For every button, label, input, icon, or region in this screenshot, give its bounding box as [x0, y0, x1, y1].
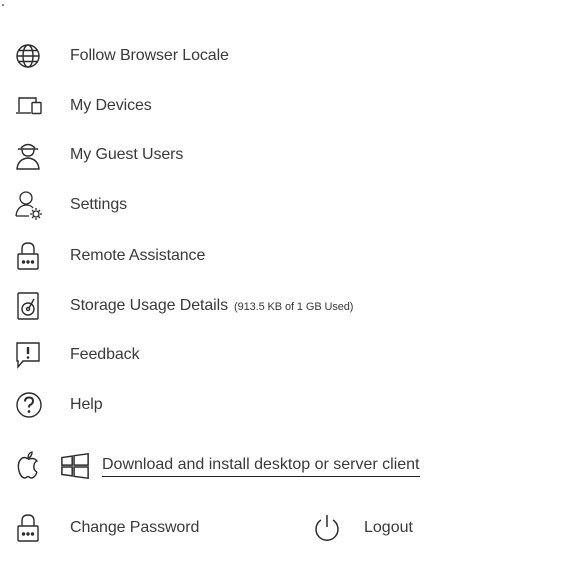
menu-item-feedback[interactable]: Feedback	[14, 335, 140, 375]
menu-item-label: Settings	[70, 196, 128, 213]
menu-item-remote-assistance[interactable]: Remote Assistance	[14, 236, 205, 276]
menu-item-storage-usage-details[interactable]: Storage Usage Details (913.5 KB of 1 GB U…	[14, 286, 353, 326]
storage-usage-detail: (913.5 KB of 1 GB Used)	[234, 301, 354, 313]
windows-icon	[60, 450, 90, 482]
menu-item-label: Feedback	[70, 346, 140, 363]
menu-item-label: My Guest Users	[70, 146, 184, 163]
devices-icon	[14, 90, 44, 122]
apple-icon	[14, 450, 44, 482]
menu-item-my-devices[interactable]: My Devices	[14, 86, 152, 126]
download-client-link[interactable]: Download and install desktop or server c…	[102, 456, 420, 477]
menu-item-settings[interactable]: Settings	[14, 185, 127, 225]
user-settings-icon	[14, 189, 44, 221]
menu-item-label: Change Password	[70, 519, 200, 536]
power-icon	[312, 512, 342, 544]
menu-item-label: My Devices	[70, 97, 152, 114]
menu-item-follow-browser-locale[interactable]: Follow Browser Locale	[14, 36, 229, 76]
corner-dot	[2, 4, 4, 6]
storage-disk-icon	[14, 290, 44, 322]
lock-icon	[14, 240, 44, 272]
menu-item-help[interactable]: Help	[14, 385, 103, 425]
lock-icon	[14, 512, 44, 544]
storage-label: Storage Usage Details	[70, 297, 228, 314]
guest-user-icon	[14, 139, 44, 171]
logout-label: Logout	[364, 519, 413, 536]
globe-icon	[14, 40, 44, 72]
menu-item-label: Follow Browser Locale	[70, 47, 229, 64]
menu-item-label: Help	[70, 396, 103, 413]
menu-item-change-password[interactable]: Change Password	[14, 508, 199, 548]
menu-item-my-guest-users[interactable]: My Guest Users	[14, 135, 183, 175]
logout-button[interactable]: Logout	[312, 508, 413, 548]
help-icon	[14, 389, 44, 421]
menu-item-label: Storage Usage Details (913.5 KB of 1 GB U…	[70, 297, 353, 315]
feedback-icon	[14, 339, 44, 371]
menu-item-label: Remote Assistance	[70, 247, 206, 264]
menu-item-download-client: Download and install desktop or server c…	[14, 446, 474, 486]
